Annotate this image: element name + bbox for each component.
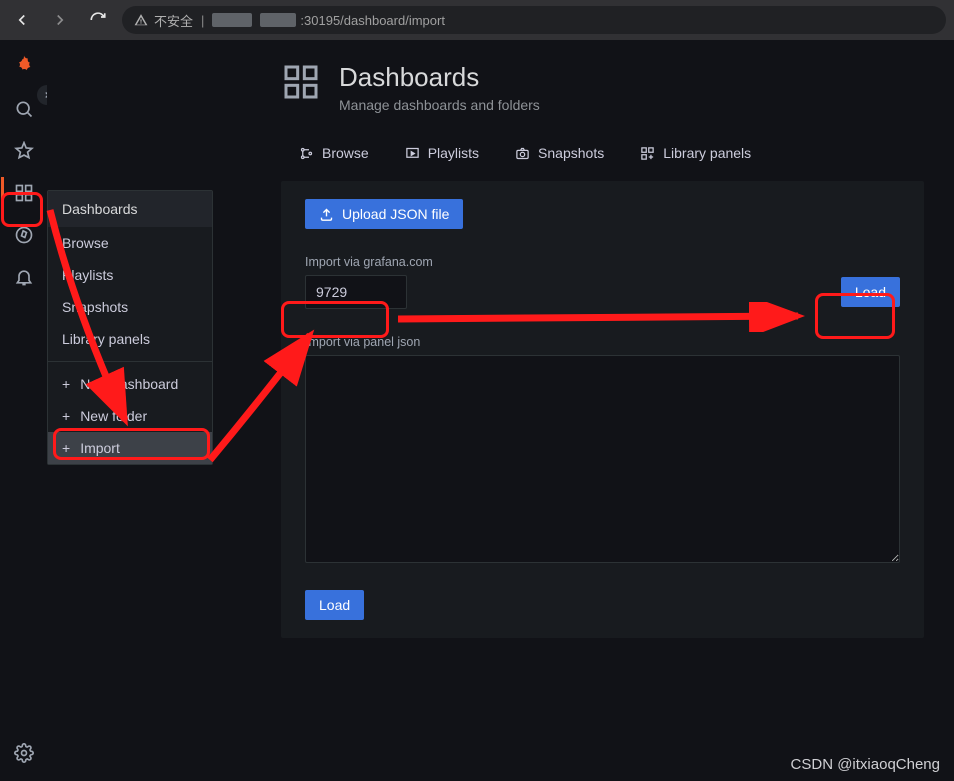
- obscured-host-1: [212, 13, 252, 27]
- dashboards-flyout-menu: Dashboards Browse Playlists Snapshots Li…: [47, 190, 213, 465]
- url-suffix: :30195/dashboard/import: [300, 13, 445, 28]
- obscured-host-2: [260, 13, 296, 27]
- flyout-separator: [48, 361, 212, 362]
- flyout-playlists[interactable]: Playlists: [48, 259, 212, 291]
- forward-button[interactable]: [46, 6, 74, 34]
- plus-icon: +: [62, 440, 70, 456]
- flyout-new-dashboard[interactable]: +New dashboard: [48, 368, 212, 400]
- browser-nav-bar: 不安全 | :30195/dashboard/import: [0, 0, 954, 40]
- flyout-library-panels[interactable]: Library panels: [48, 323, 212, 355]
- panel-json-textarea[interactable]: [305, 355, 900, 563]
- tab-snapshots[interactable]: Snapshots: [511, 139, 608, 167]
- insecure-warning: 不安全: [134, 11, 193, 30]
- flyout-header: Dashboards: [48, 191, 212, 227]
- load-button-top[interactable]: Load: [841, 277, 900, 307]
- tab-playlists[interactable]: Playlists: [401, 139, 483, 167]
- address-bar[interactable]: 不安全 | :30195/dashboard/import: [122, 6, 946, 34]
- import-via-grafana-label: Import via grafana.com: [305, 255, 900, 269]
- page-dashboards-icon: [281, 62, 321, 107]
- grafana-com-id-input[interactable]: [305, 275, 407, 309]
- settings-gear-icon[interactable]: [12, 741, 36, 765]
- star-icon[interactable]: [12, 139, 36, 163]
- upload-json-file-button[interactable]: Upload JSON file: [305, 199, 463, 229]
- page-title: Dashboards: [339, 62, 540, 93]
- flyout-snapshots[interactable]: Snapshots: [48, 291, 212, 323]
- page-subtitle: Manage dashboards and folders: [339, 97, 540, 113]
- back-button[interactable]: [8, 6, 36, 34]
- flyout-browse[interactable]: Browse: [48, 227, 212, 259]
- search-icon[interactable]: [12, 97, 36, 121]
- reload-button[interactable]: [84, 6, 112, 34]
- import-via-panel-json-label: Import via panel json: [305, 335, 900, 349]
- load-button-bottom[interactable]: Load: [305, 590, 364, 620]
- tab-bar: Browse Playlists Snapshots Library panel…: [295, 139, 924, 167]
- explore-icon[interactable]: [12, 223, 36, 247]
- flyout-new-folder[interactable]: +New folder: [48, 400, 212, 432]
- tab-library-panels[interactable]: Library panels: [636, 139, 755, 167]
- insecure-label: 不安全: [154, 11, 193, 30]
- sidebar-rail: [0, 40, 47, 781]
- watermark: CSDN @itxiaoqCheng: [791, 756, 940, 773]
- import-panel: Upload JSON file Import via grafana.com …: [281, 181, 924, 638]
- flyout-import[interactable]: +Import: [48, 432, 212, 464]
- plus-icon: +: [62, 408, 70, 424]
- dashboards-icon[interactable]: [12, 181, 36, 205]
- tab-browse[interactable]: Browse: [295, 139, 373, 167]
- plus-icon: +: [62, 376, 70, 392]
- grafana-logo-icon[interactable]: [14, 54, 34, 79]
- alert-bell-icon[interactable]: [12, 265, 36, 289]
